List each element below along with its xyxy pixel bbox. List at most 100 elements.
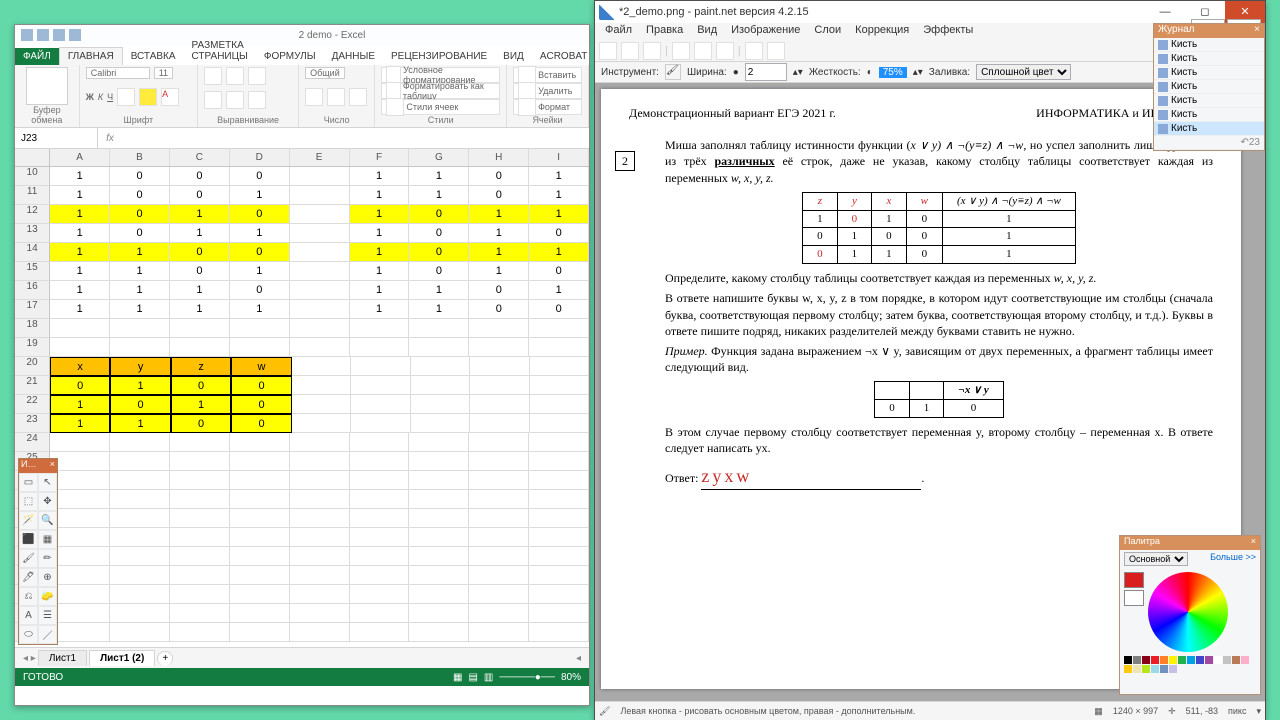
cell[interactable] bbox=[50, 566, 110, 585]
cell[interactable] bbox=[170, 433, 230, 452]
cell[interactable] bbox=[409, 452, 469, 471]
col-head[interactable]: F bbox=[350, 149, 410, 166]
cell[interactable]: 1 bbox=[230, 262, 290, 281]
cell[interactable] bbox=[50, 604, 110, 623]
cell[interactable] bbox=[50, 433, 110, 452]
cell[interactable] bbox=[230, 490, 290, 509]
cell[interactable] bbox=[529, 623, 589, 642]
cell[interactable]: 1 bbox=[350, 167, 410, 186]
bold-button[interactable]: Ж bbox=[86, 92, 94, 102]
cell[interactable] bbox=[290, 224, 350, 243]
history-item[interactable]: Кисть bbox=[1154, 122, 1264, 136]
cell[interactable]: 1 bbox=[171, 395, 231, 414]
tool-button[interactable]: 🧽 bbox=[38, 587, 57, 606]
cell[interactable] bbox=[230, 433, 290, 452]
tool-button[interactable]: ⎌ bbox=[19, 587, 38, 606]
cell[interactable] bbox=[230, 338, 290, 357]
tool-button[interactable]: 🖊 bbox=[19, 568, 38, 587]
cell[interactable] bbox=[350, 547, 410, 566]
cell[interactable]: 1 bbox=[50, 300, 110, 319]
color-swatch[interactable] bbox=[1178, 656, 1186, 664]
cell[interactable] bbox=[530, 395, 589, 414]
cell[interactable] bbox=[170, 490, 230, 509]
cell[interactable]: 1 bbox=[110, 300, 170, 319]
cell[interactable] bbox=[170, 319, 230, 338]
cell[interactable] bbox=[290, 585, 350, 604]
cell[interactable]: 1 bbox=[469, 243, 529, 262]
cell[interactable] bbox=[529, 338, 589, 357]
view-layout-icon[interactable]: ▤ bbox=[468, 672, 477, 683]
cell[interactable]: z bbox=[171, 357, 231, 376]
cell[interactable]: 0 bbox=[170, 243, 230, 262]
menu-edit[interactable]: Правка bbox=[640, 23, 689, 41]
col-head[interactable]: G bbox=[409, 149, 469, 166]
cell[interactable] bbox=[409, 604, 469, 623]
cell[interactable]: 1 bbox=[350, 300, 410, 319]
cell[interactable] bbox=[230, 623, 290, 642]
zoom-level[interactable]: 80% bbox=[561, 672, 581, 683]
brush-width-input[interactable] bbox=[745, 63, 787, 81]
cell[interactable]: 1 bbox=[350, 224, 410, 243]
fill-color-button[interactable] bbox=[139, 88, 157, 106]
delete-cells-button[interactable]: Удалить bbox=[513, 83, 582, 99]
color-swatch[interactable] bbox=[1241, 656, 1249, 664]
cell[interactable]: 1 bbox=[50, 281, 110, 300]
cut-icon[interactable] bbox=[672, 42, 690, 60]
font-size[interactable]: 11 bbox=[154, 67, 173, 79]
cell[interactable] bbox=[470, 395, 529, 414]
cell[interactable] bbox=[110, 319, 170, 338]
cell[interactable] bbox=[529, 490, 589, 509]
cell[interactable] bbox=[290, 509, 350, 528]
cell[interactable]: 0 bbox=[110, 167, 170, 186]
cell[interactable] bbox=[409, 471, 469, 490]
cell[interactable]: 1 bbox=[50, 167, 110, 186]
tool-button[interactable]: ✥ bbox=[38, 492, 57, 511]
cell[interactable] bbox=[170, 528, 230, 547]
cell[interactable]: 0 bbox=[409, 224, 469, 243]
status-unit[interactable]: пикс bbox=[1228, 706, 1246, 716]
tool-button[interactable]: ▭ bbox=[19, 473, 38, 492]
cell[interactable] bbox=[529, 566, 589, 585]
menu-adjust[interactable]: Коррекция bbox=[849, 23, 915, 41]
cell[interactable] bbox=[290, 243, 350, 262]
cell[interactable] bbox=[350, 319, 410, 338]
cell[interactable] bbox=[409, 509, 469, 528]
cell[interactable] bbox=[50, 338, 110, 357]
cell[interactable]: 1 bbox=[50, 395, 110, 414]
cell[interactable] bbox=[230, 319, 290, 338]
redo-icon[interactable] bbox=[767, 42, 785, 60]
tool-button[interactable]: ↖ bbox=[38, 473, 57, 492]
cell[interactable] bbox=[170, 566, 230, 585]
color-swatch[interactable] bbox=[1160, 656, 1168, 664]
cell[interactable] bbox=[529, 604, 589, 623]
name-box[interactable]: J23 bbox=[15, 128, 98, 148]
col-head[interactable] bbox=[15, 149, 50, 166]
cell[interactable]: 1 bbox=[409, 300, 469, 319]
paste-icon[interactable] bbox=[716, 42, 734, 60]
cell[interactable] bbox=[529, 319, 589, 338]
cell[interactable] bbox=[110, 509, 170, 528]
save-icon[interactable] bbox=[37, 29, 49, 41]
cell[interactable]: 0 bbox=[170, 262, 230, 281]
cell[interactable] bbox=[529, 452, 589, 471]
cell[interactable]: 1 bbox=[350, 243, 410, 262]
history-item[interactable]: Кисть bbox=[1154, 108, 1264, 122]
cell[interactable] bbox=[409, 566, 469, 585]
row-head[interactable]: 23 bbox=[15, 414, 50, 433]
cell[interactable] bbox=[350, 585, 410, 604]
color-wheel[interactable] bbox=[1148, 572, 1228, 652]
cell[interactable] bbox=[469, 623, 529, 642]
tab-acrobat[interactable]: ACROBAT bbox=[532, 48, 596, 65]
cell[interactable] bbox=[290, 338, 350, 357]
secondary-color[interactable] bbox=[1124, 590, 1144, 606]
cell[interactable] bbox=[529, 433, 589, 452]
palette-close-icon[interactable]: × bbox=[1251, 536, 1256, 550]
undo-icon[interactable] bbox=[745, 42, 763, 60]
new-sheet-button[interactable]: + bbox=[157, 651, 173, 666]
redo-icon[interactable] bbox=[69, 29, 81, 41]
undo-icon[interactable] bbox=[53, 29, 65, 41]
cell[interactable] bbox=[470, 414, 529, 433]
tool-button[interactable]: A bbox=[19, 606, 38, 625]
cell[interactable]: 1 bbox=[50, 414, 110, 433]
cell[interactable]: 0 bbox=[230, 281, 290, 300]
